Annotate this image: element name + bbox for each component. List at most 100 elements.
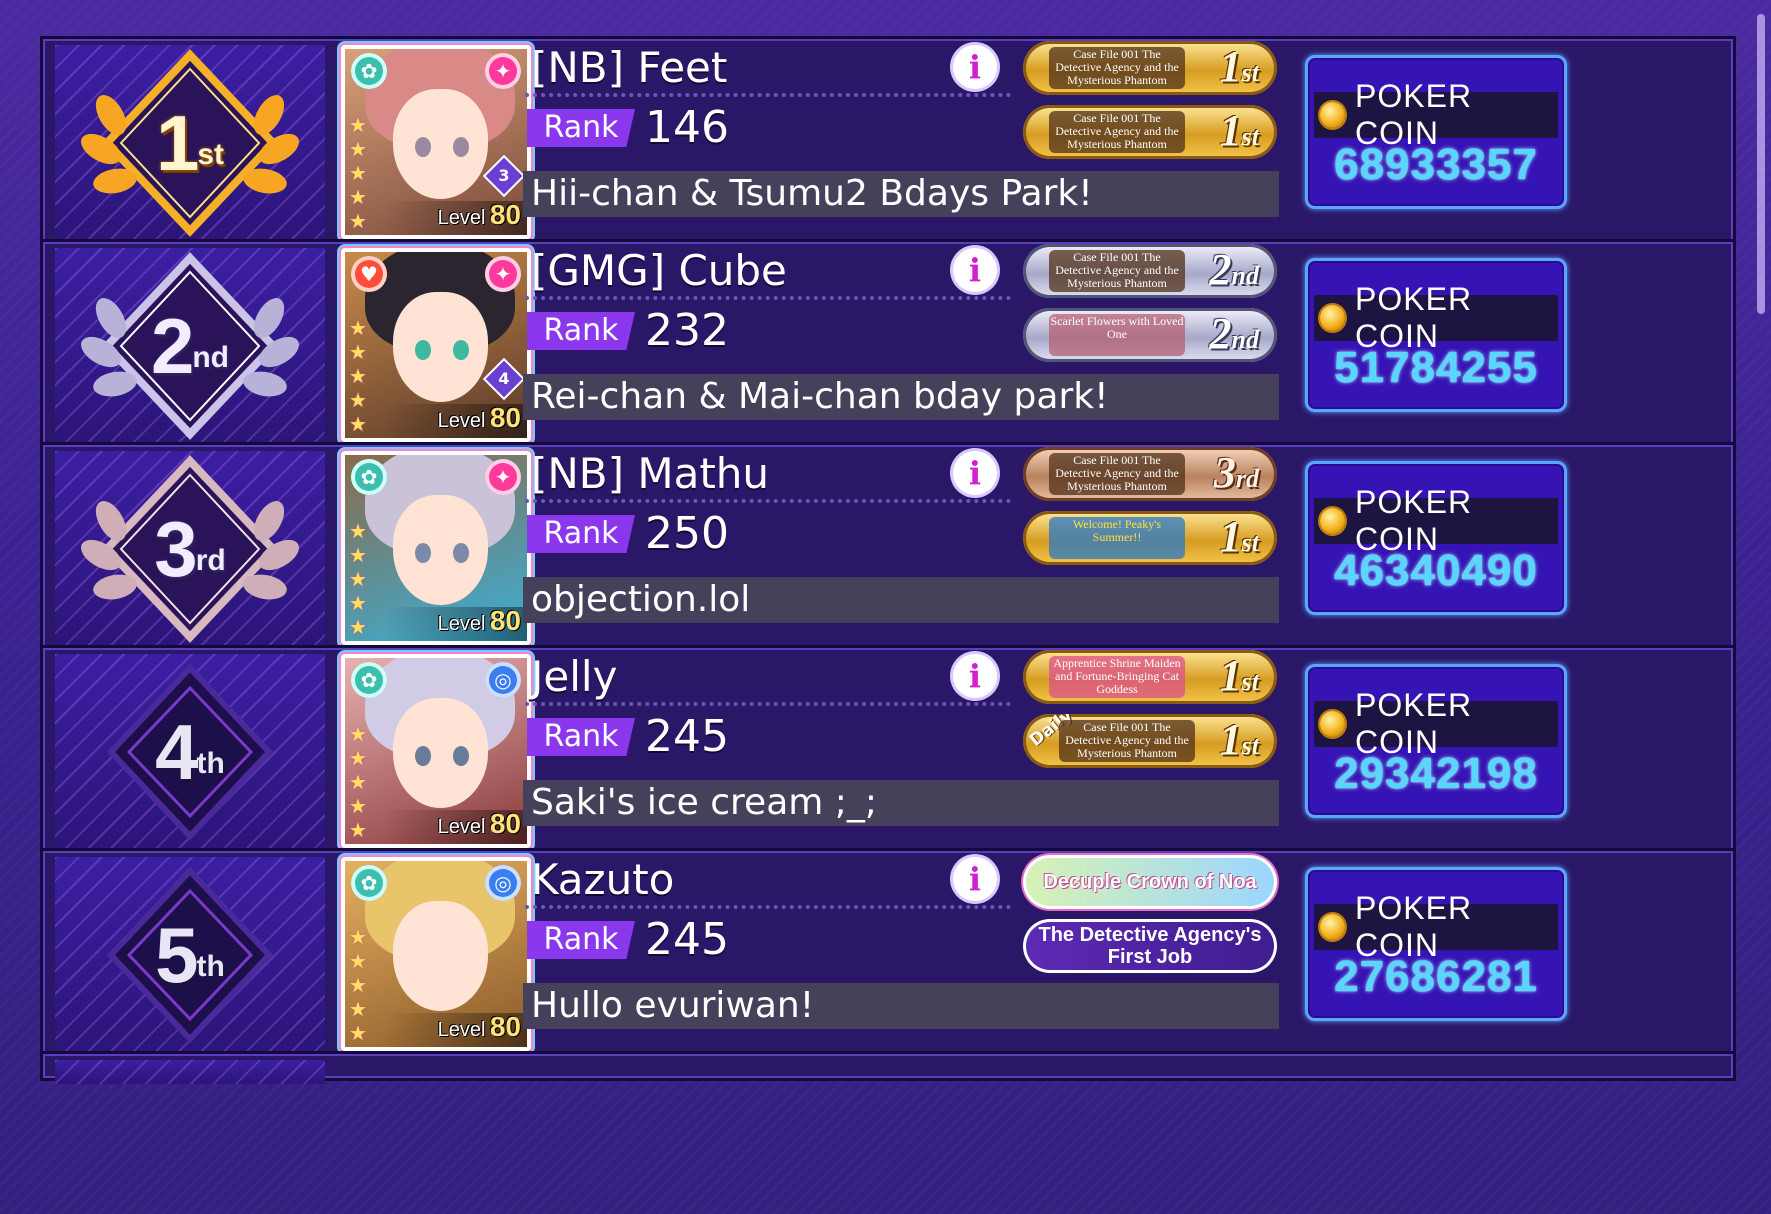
character-card[interactable]: ✿ ✦ ★ ★ ★ ★ ★ Level 80	[341, 451, 531, 645]
player-comment: objection.lol	[523, 577, 1279, 623]
card-art-face	[393, 89, 488, 199]
rank-value: 146	[645, 102, 729, 153]
scrollbar[interactable]	[1757, 14, 1765, 314]
card-art-face	[393, 698, 488, 808]
coin-panel: POKER COIN 27686281	[1305, 867, 1567, 1021]
info-icon: i	[968, 48, 982, 86]
event-badge-place: 2nd	[1209, 245, 1259, 294]
coin-label-bar: POKER COIN	[1314, 687, 1558, 760]
coin-icon	[1320, 508, 1346, 534]
rarity-stars-icon: ★ ★ ★ ★ ★	[349, 925, 367, 1045]
attribute-pure-icon: ✿	[351, 459, 387, 495]
divider	[525, 296, 1011, 300]
event-badge-place: 1st	[1219, 651, 1259, 700]
character-card[interactable]: ✿ ◎ ★ ★ ★ ★ ★ Level 80	[341, 857, 531, 1051]
card-level: Level 80	[437, 808, 521, 839]
player-name: Jelly	[531, 652, 618, 701]
ranking-row-6-partial[interactable]	[40, 1051, 1736, 1084]
info-button[interactable]: i	[953, 45, 997, 89]
rank-emblem	[55, 1060, 325, 1084]
event-badge-art: Case File 001 The Detective Agency and t…	[1049, 47, 1185, 89]
ranking-row-2[interactable]: 2nd ♥ ✦ ★ ★ ★ ★ ★ 4 Level 80 [GMG] Cube i Ra…	[40, 239, 1736, 452]
mastery-badge: 3	[482, 154, 526, 198]
card-art-eye	[453, 340, 469, 360]
event-badge: Apprentice Shrine Maiden and Fortune-Bri…	[1023, 650, 1277, 704]
attribute-powerful-icon: ♥	[351, 256, 387, 292]
event-badge-place: 2nd	[1209, 309, 1259, 358]
event-badge-place: 1st	[1219, 715, 1259, 764]
player-comment: Rei-chan & Mai-chan bday park!	[523, 374, 1279, 420]
rank-emblem: 4th	[55, 654, 325, 850]
character-card[interactable]: ♥ ✦ ★ ★ ★ ★ ★ 4 Level 80	[341, 248, 531, 442]
attribute-cool-icon: ◎	[485, 865, 521, 901]
attribute-pure-icon: ✿	[351, 662, 387, 698]
coin-value: 29342198	[1334, 749, 1538, 798]
ranking-row-4[interactable]: 4th ✿ ◎ ★ ★ ★ ★ ★ Level 80 Jelly i Rank 245 …	[40, 645, 1736, 858]
info-button[interactable]: i	[953, 451, 997, 495]
divider	[525, 702, 1011, 706]
event-badge: Welcome! Peaky's Summer!! 1st	[1023, 511, 1277, 565]
ranking-row-1[interactable]: 1st ✿ ✦ ★ ★ ★ ★ ★ 3 Level 80 [NB] Feet i Ran…	[40, 36, 1736, 249]
info-button[interactable]: i	[953, 857, 997, 901]
title-badge-text: Decuple Crown of Noa	[1043, 871, 1257, 893]
attribute-pure-icon: ✿	[351, 865, 387, 901]
info-icon: i	[968, 657, 982, 695]
divider	[525, 905, 1011, 909]
player-name: [GMG] Cube	[531, 246, 787, 295]
info-button[interactable]: i	[953, 248, 997, 292]
rank-value: 232	[645, 305, 729, 356]
event-badge: Case File 001 The Detective Agency and t…	[1023, 244, 1277, 298]
title-badge: The Detective Agency's First Job	[1023, 919, 1277, 973]
card-art-eye	[453, 543, 469, 563]
character-card[interactable]: ✿ ✦ ★ ★ ★ ★ ★ 3 Level 80	[341, 45, 531, 239]
info-button[interactable]: i	[953, 654, 997, 698]
event-badge: Scarlet Flowers with Loved One 2nd	[1023, 308, 1277, 362]
coin-panel: POKER COIN 29342198	[1305, 664, 1567, 818]
coin-panel: POKER COIN 51784255	[1305, 258, 1567, 412]
player-comment: Hullo evuriwan!	[523, 983, 1279, 1029]
event-badge-art: Case File 001 The Detective Agency and t…	[1059, 720, 1195, 762]
ranking-row-5[interactable]: 5th ✿ ◎ ★ ★ ★ ★ ★ Level 80 Kazuto i Rank 245…	[40, 848, 1736, 1061]
rarity-stars-icon: ★ ★ ★ ★ ★	[349, 519, 367, 639]
attribute-cool-icon: ◎	[485, 662, 521, 698]
coin-value: 51784255	[1334, 343, 1538, 392]
character-card[interactable]: ✿ ◎ ★ ★ ★ ★ ★ Level 80	[341, 654, 531, 848]
rank-emblem-silver: 2nd	[55, 248, 325, 444]
coin-label-bar: POKER COIN	[1314, 890, 1558, 963]
divider	[525, 499, 1011, 503]
card-art-eye	[415, 746, 431, 766]
rank-position: 2nd	[150, 302, 230, 390]
coin-value: 68933357	[1334, 140, 1538, 189]
attribute-happy-icon: ✦	[485, 53, 521, 89]
info-icon: i	[968, 251, 982, 289]
event-badge-place: 1st	[1219, 512, 1259, 561]
ranking-row-3[interactable]: 3rd ✿ ✦ ★ ★ ★ ★ ★ Level 80 [NB] Mathu i Rank…	[40, 442, 1736, 655]
event-badge-art: Welcome! Peaky's Summer!!	[1049, 517, 1185, 559]
rank-position: 4th	[155, 708, 225, 796]
rank-value: 245	[645, 711, 729, 762]
rank-label: Rank	[527, 109, 635, 147]
event-badge-art: Case File 001 The Detective Agency and t…	[1049, 453, 1185, 495]
rank-label: Rank	[527, 515, 635, 553]
coin-label-bar: POKER COIN	[1314, 78, 1558, 151]
event-badge-art: Apprentice Shrine Maiden and Fortune-Bri…	[1049, 656, 1185, 698]
coin-icon	[1320, 711, 1346, 737]
event-badge-art: Scarlet Flowers with Loved One	[1049, 314, 1185, 356]
attribute-pure-icon: ✿	[351, 53, 387, 89]
title-badge: Decuple Crown of Noa	[1023, 855, 1277, 909]
event-badge: Daily Case File 001 The Detective Agency…	[1023, 714, 1277, 768]
attribute-happy-icon: ✦	[485, 459, 521, 495]
player-name: [NB] Mathu	[531, 449, 770, 498]
event-badge-place: 3rd	[1213, 448, 1259, 497]
mastery-badge: 4	[482, 357, 526, 401]
coin-panel: POKER COIN 68933357	[1305, 55, 1567, 209]
rank-label: Rank	[527, 718, 635, 756]
coin-panel: POKER COIN 46340490	[1305, 461, 1567, 615]
card-art-eye	[415, 543, 431, 563]
event-badge: Case File 001 The Detective Agency and t…	[1023, 105, 1277, 159]
player-comment: Hii-chan & Tsumu2 Bdays Park!	[523, 171, 1279, 217]
rank-value: 250	[645, 508, 729, 559]
rarity-stars-icon: ★ ★ ★ ★ ★	[349, 113, 367, 233]
divider	[525, 93, 1011, 97]
coin-icon	[1320, 102, 1346, 128]
